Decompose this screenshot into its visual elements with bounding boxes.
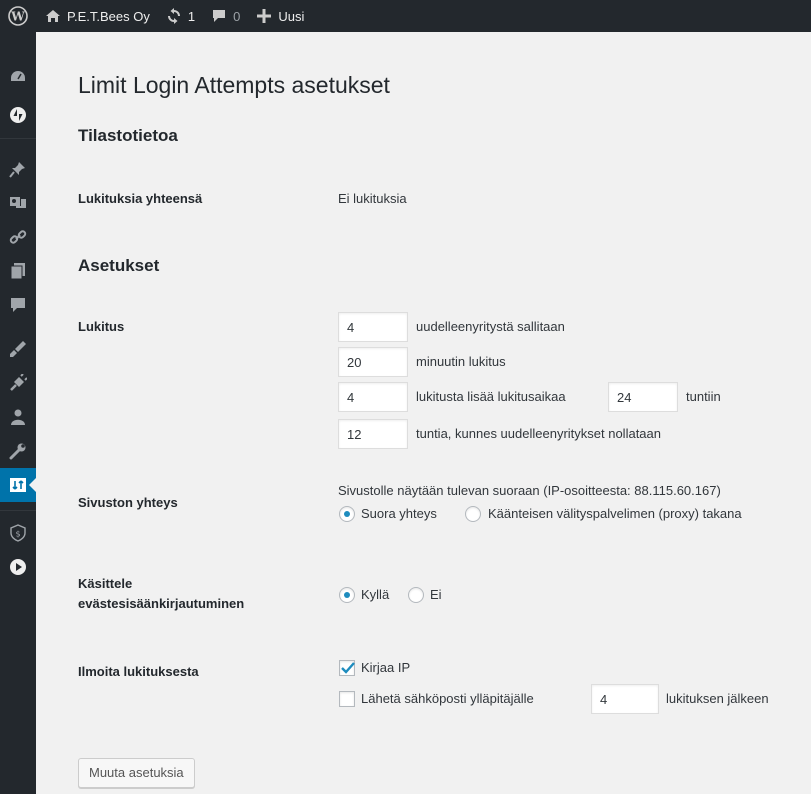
- connection-label: Sivuston yhteys: [78, 495, 178, 510]
- increase-hours-text: tuntiin: [686, 389, 721, 404]
- play-icon[interactable]: [0, 550, 36, 584]
- checkmark-icon: [341, 662, 355, 674]
- cookies-yes-label[interactable]: Kyllä: [361, 585, 389, 605]
- wordpress-logo-icon[interactable]: W: [0, 0, 36, 32]
- email-after-input[interactable]: [591, 684, 659, 714]
- proxy-connection-radio[interactable]: [465, 506, 481, 522]
- direct-connection-label[interactable]: Suora yhteys: [361, 504, 437, 524]
- comments-count: 0: [233, 8, 241, 24]
- increase-hours-input[interactable]: [608, 382, 678, 412]
- save-settings-button[interactable]: Muuta asetuksia: [78, 758, 195, 788]
- connection-description: Sivustolle näytään tulevan suoraan (IP-o…: [338, 483, 721, 498]
- plus-icon: [254, 6, 274, 26]
- proxy-connection-label[interactable]: Käänteisen välityspalvelimen (proxy) tak…: [488, 504, 742, 524]
- link-icon[interactable]: [0, 220, 36, 254]
- comments-menu[interactable]: 0: [202, 0, 247, 32]
- notify-label: Ilmoita lukituksesta: [78, 664, 199, 679]
- jetpack-icon[interactable]: [0, 98, 36, 132]
- comment-icon: [209, 6, 229, 26]
- new-label: Uusi: [278, 8, 305, 24]
- updates-count: 1: [187, 8, 196, 24]
- media-icon[interactable]: [0, 186, 36, 220]
- users-icon[interactable]: [0, 400, 36, 434]
- cookies-yes-radio[interactable]: [339, 587, 355, 603]
- admin-bar: W P.E.T.Bees Oy 1 0 Uusi: [0, 0, 811, 32]
- menu-separator: [0, 510, 36, 511]
- reset-hours-input[interactable]: [338, 419, 408, 449]
- lockout-label: Lukitus: [78, 319, 125, 334]
- appearance-icon[interactable]: [0, 332, 36, 366]
- total-lockouts-value: Ei lukituksia: [338, 191, 407, 206]
- menu-separator: [0, 138, 36, 139]
- stats-heading: Tilastotietoa: [78, 126, 178, 145]
- site-name: P.E.T.Bees Oy: [67, 8, 150, 24]
- cookies-label-line2: evästesisäänkirjautuminen: [78, 596, 245, 611]
- svg-text:W: W: [10, 10, 25, 24]
- main-content: Limit Login Attempts asetukset Tilastoti…: [36, 32, 811, 794]
- svg-text:$: $: [15, 530, 20, 539]
- log-ip-checkbox[interactable]: [339, 660, 355, 676]
- pin-icon[interactable]: [0, 152, 36, 186]
- total-lockouts-label: Lukituksia yhteensä: [78, 191, 203, 206]
- direct-connection-radio[interactable]: [339, 506, 355, 522]
- lockouts-increase-input[interactable]: [338, 382, 408, 412]
- email-admin-label[interactable]: Lähetä sähköposti ylläpitäjälle: [361, 689, 534, 709]
- lockout-minutes-text: minuutin lukitus: [416, 354, 506, 369]
- pages-icon[interactable]: [0, 254, 36, 288]
- settings-icon[interactable]: [0, 468, 37, 502]
- home-icon: [43, 6, 63, 26]
- email-after-text: lukituksen jälkeen: [666, 691, 769, 706]
- reset-hours-text: tuntia, kunnes uudelleenyritykset nollat…: [416, 426, 661, 441]
- site-name-menu[interactable]: P.E.T.Bees Oy: [36, 0, 157, 32]
- log-ip-label[interactable]: Kirjaa IP: [361, 658, 410, 678]
- plugins-icon[interactable]: [0, 366, 36, 400]
- admin-side-menu: $: [0, 32, 37, 794]
- email-admin-checkbox[interactable]: [339, 691, 355, 707]
- cookies-no-radio[interactable]: [408, 587, 424, 603]
- new-content-menu[interactable]: Uusi: [247, 0, 311, 32]
- settings-heading: Asetukset: [78, 256, 160, 275]
- dashboard-icon[interactable]: [0, 60, 36, 94]
- allowed-retries-input[interactable]: [338, 312, 408, 342]
- page-title: Limit Login Attempts asetukset: [78, 72, 390, 98]
- cookies-label-line1: Käsittele: [78, 576, 133, 591]
- comments-icon[interactable]: [0, 288, 36, 322]
- updates-menu[interactable]: 1: [157, 0, 202, 32]
- lockout-minutes-input[interactable]: [338, 347, 408, 377]
- allowed-retries-text: uudelleenyritystä sallitaan: [416, 319, 565, 334]
- tools-icon[interactable]: [0, 434, 36, 468]
- cookies-no-label[interactable]: Ei: [430, 585, 442, 605]
- lockouts-increase-text: lukitusta lisää lukitusaikaa: [416, 389, 566, 404]
- security-icon[interactable]: $: [0, 516, 36, 550]
- updates-icon: [164, 6, 184, 26]
